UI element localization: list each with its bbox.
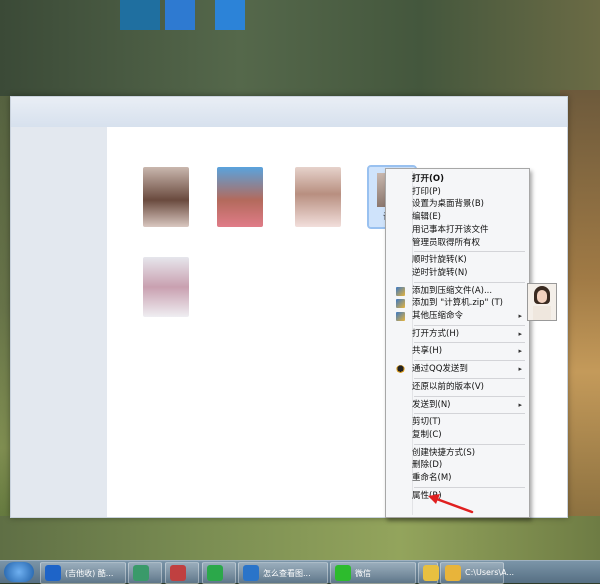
taskbar: (吉他收) 酷... 怎么查看图... 微信 C:\Users\A... [0, 560, 600, 584]
menu-item-label: 编辑(E) [412, 212, 442, 223]
context-menu-item[interactable]: 通过QQ发送到 ▸ [388, 363, 527, 375]
menu-separator [414, 486, 525, 488]
archive-icon [396, 312, 405, 321]
context-menu-item[interactable]: 共享(H) ▸ [388, 345, 527, 357]
taskbar-button[interactable]: C:\Users\A... [440, 562, 514, 584]
context-menu-item[interactable]: 重命名(M) [388, 472, 527, 484]
blurred-region [0, 0, 600, 96]
context-menu-item[interactable]: 打开(O) [388, 173, 527, 185]
menu-separator [414, 413, 525, 415]
explorer-toolbar [11, 97, 567, 127]
menu-item-label: 其他压缩命令 [412, 311, 464, 321]
menu-separator [414, 443, 525, 445]
context-menu-item[interactable]: 删除(D) [388, 459, 527, 471]
menu-item-label: 删除(D) [412, 460, 443, 471]
menu-item-label: 剪切(T) [412, 417, 441, 428]
submenu-arrow-icon: ▸ [518, 312, 522, 320]
menu-item-label: 设置为桌面背景(B) [412, 199, 484, 210]
menu-item-label: 添加到 "计算机.zip" (T) [412, 298, 503, 309]
menu-separator [414, 377, 525, 379]
menu-item-label: 打印(P) [412, 186, 441, 197]
menu-item-label: 逆时针旋转(N) [412, 267, 468, 278]
menu-item-label: 管理员取得所有权 [412, 237, 481, 248]
menu-item-label: 复制(C) [412, 429, 442, 440]
context-menu-item[interactable]: 管理员取得所有权 [388, 237, 527, 249]
context-menu-item[interactable]: 其他压缩命令 ▸ [388, 310, 527, 322]
context-menu-item[interactable]: 剪切(T) [388, 416, 527, 428]
menu-item-label: 共享(H) [412, 346, 443, 357]
context-menu-item[interactable]: 编辑(E) [388, 211, 527, 223]
image-thumbnail[interactable] [217, 167, 263, 227]
taskbar-button[interactable]: (吉他收) 酷... [40, 562, 126, 584]
context-menu-item[interactable]: 逆时针旋转(N) [388, 267, 527, 279]
submenu-arrow-icon: ▸ [518, 365, 522, 374]
context-menu-item[interactable]: 添加到 "计算机.zip" (T) [388, 297, 527, 309]
context-menu-item[interactable]: 设置为桌面背景(B) [388, 198, 527, 210]
taskbar-button[interactable]: 怎么查看图... [238, 562, 328, 584]
menu-item-label: 顺时针旋转(K) [412, 255, 467, 266]
menu-separator [414, 324, 525, 326]
edge-browser-icon [243, 565, 259, 581]
taskbar-button-label: 微信 [355, 569, 371, 578]
context-menu-item[interactable]: 打开方式(H) ▸ [388, 328, 527, 340]
menu-item-label: 还原以前的版本(V) [412, 381, 484, 392]
submenu-arrow-icon: ▸ [518, 347, 522, 356]
kugou-icon [45, 565, 61, 581]
context-menu: 打开(O) 打印(P) 设置为桌面背景(B) 编辑(E) 用记事本打开该文件 管理员取得所… [385, 168, 530, 518]
taskbar-button-label: C:\Users\A... [465, 568, 515, 577]
context-menu-item[interactable]: 复制(C) [388, 429, 527, 441]
menu-item-label: 通过QQ发送到 [412, 364, 468, 375]
menu-item-label: 创建快捷方式(S) [412, 447, 476, 458]
menu-separator [414, 251, 525, 253]
context-menu-item[interactable]: 还原以前的版本(V) [388, 381, 527, 393]
taskbar-button[interactable] [202, 562, 236, 584]
taskbar-button[interactable] [128, 562, 162, 584]
context-menu-item[interactable]: 创建快捷方式(S) [388, 447, 527, 459]
image-preview-thumbnail [527, 283, 557, 321]
taskbar-button[interactable] [418, 562, 439, 584]
annotation-arrow-icon [428, 494, 474, 514]
submenu-arrow-icon: ▸ [518, 400, 522, 409]
menu-separator [414, 360, 525, 362]
blurred-desktop-icon [215, 0, 245, 30]
qq-penguin-icon [396, 365, 405, 375]
blurred-desktop-icon [120, 0, 160, 30]
submenu-arrow-icon: ▸ [518, 329, 522, 338]
menu-item-label: 用记事本打开该文件 [412, 224, 489, 235]
menu-separator [414, 281, 525, 283]
blurred-region [0, 516, 600, 560]
archive-icon [396, 286, 405, 296]
snipping-icon [170, 565, 186, 581]
taskbar-button[interactable] [165, 562, 199, 584]
archive-icon [396, 299, 405, 309]
menu-item-label: 添加到压缩文件(A)... [412, 285, 493, 296]
blurred-desktop-icon [165, 0, 195, 30]
media-player-icon [207, 565, 223, 581]
taskbar-button-label: (吉他收) 酷... [65, 569, 114, 578]
explorer-navigation-pane [11, 127, 107, 517]
wechat-icon [335, 565, 351, 581]
menu-item-label: 打开(O) [412, 174, 444, 184]
menu-item-label: 重命名(M) [412, 473, 452, 483]
menu-item-label: 发送到(N) [412, 399, 451, 410]
image-thumbnail[interactable] [143, 167, 189, 227]
folder-icon [423, 565, 439, 581]
context-menu-item[interactable]: 顺时针旋转(K) [388, 254, 527, 266]
context-menu-item[interactable]: 添加到压缩文件(A)... [388, 285, 527, 297]
taskbar-button[interactable]: 微信 [330, 562, 416, 584]
context-menu-item[interactable]: 发送到(N) ▸ [388, 399, 527, 411]
context-menu-item[interactable]: 用记事本打开该文件 [388, 224, 527, 236]
app-icon [133, 565, 149, 581]
context-menu-item[interactable]: 打印(P) [388, 186, 527, 198]
taskbar-button-label: 怎么查看图... [263, 569, 311, 578]
explorer-folder-icon [445, 565, 461, 581]
menu-item-label: 打开方式(H) [412, 328, 460, 339]
image-thumbnail[interactable] [143, 257, 189, 317]
start-button[interactable] [4, 562, 34, 582]
image-thumbnail[interactable] [295, 167, 341, 227]
menu-separator [414, 395, 525, 397]
menu-separator [414, 342, 525, 344]
